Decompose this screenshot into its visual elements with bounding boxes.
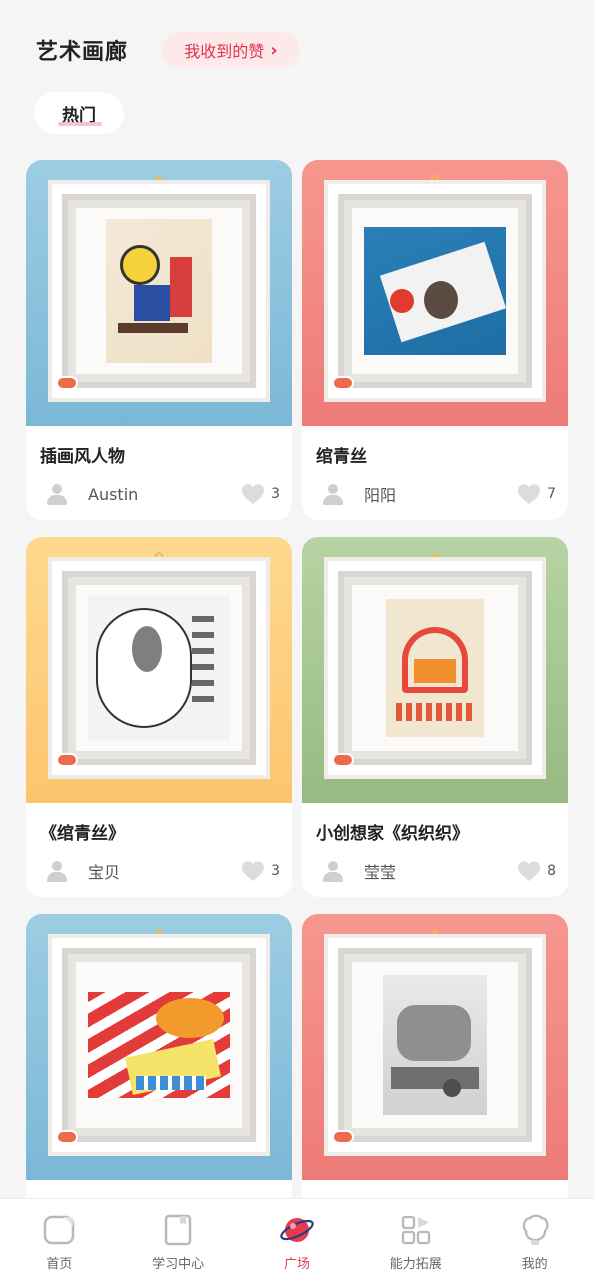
artwork-image-area: ✿ xyxy=(26,537,292,803)
filter-tag-hot[interactable]: 热门 xyxy=(34,92,124,134)
brand-badge-icon xyxy=(332,376,354,390)
artwork-image-area: ✿ xyxy=(302,160,568,426)
heart-icon xyxy=(242,861,265,881)
artwork-title: 小创想家《织织织》 xyxy=(316,824,469,844)
tag-underline xyxy=(58,122,102,126)
planet-icon xyxy=(280,1218,314,1242)
like-count: 3 xyxy=(271,486,280,502)
tab-label: 能力拓展 xyxy=(389,1257,442,1272)
like-button[interactable]: 8 xyxy=(517,860,556,882)
heart-icon xyxy=(518,861,541,881)
bottom-tab-bar: 首页 学习中心 广场 能力拓展 我的 xyxy=(0,1198,594,1280)
tab-profile[interactable]: 我的 xyxy=(480,1213,590,1277)
book-icon xyxy=(164,1214,192,1246)
brand-badge-icon xyxy=(332,1130,354,1144)
brand-badge-icon xyxy=(56,753,78,767)
home-icon xyxy=(44,1215,75,1245)
artwork-card[interactable]: ✿ 绾青丝 阳阳 7 xyxy=(302,160,568,520)
author-name: 莹莹 xyxy=(364,863,397,882)
author-name: 宝贝 xyxy=(88,863,121,882)
like-count: 7 xyxy=(547,486,556,502)
picture-frame xyxy=(48,934,270,1156)
author-name: 阳阳 xyxy=(364,486,397,505)
artwork-painting xyxy=(106,219,212,363)
artwork-image-area: ★ xyxy=(26,160,292,426)
picture-frame xyxy=(324,180,546,402)
like-button[interactable]: 3 xyxy=(241,860,280,882)
picture-frame xyxy=(324,934,546,1156)
avatar xyxy=(322,483,344,505)
artwork-title: 绾青丝 xyxy=(316,447,367,467)
tab-plaza[interactable]: 广场 xyxy=(242,1213,352,1277)
tab-label: 我的 xyxy=(521,1257,548,1272)
artwork-card[interactable]: ✿ 《绾青丝》 宝贝 3 xyxy=(26,537,292,897)
page-header: 艺术画廊 我收到的赞 › 热门 xyxy=(0,0,594,160)
artwork-card[interactable]: ★ 插画风人物 Austin 3 xyxy=(26,160,292,520)
tab-label: 首页 xyxy=(46,1257,73,1272)
tab-home[interactable]: 首页 xyxy=(4,1213,114,1277)
brand-badge-icon xyxy=(332,753,354,767)
artwork-painting xyxy=(364,227,507,355)
profile-icon xyxy=(522,1214,549,1245)
grid-icon xyxy=(401,1215,430,1245)
artwork-painting xyxy=(88,992,230,1098)
artwork-title: 《绾青丝》 xyxy=(40,824,125,844)
artwork-image-area: ♛ xyxy=(302,914,568,1180)
brand-badge-icon xyxy=(56,376,78,390)
likes-received-label: 我收到的赞 xyxy=(184,42,265,61)
artwork-meta: 莹莹 8 xyxy=(322,859,556,883)
tab-learning-center[interactable]: 学习中心 xyxy=(123,1213,233,1277)
tab-label: 学习中心 xyxy=(152,1257,205,1272)
avatar xyxy=(46,483,68,505)
tab-label: 广场 xyxy=(283,1257,310,1272)
picture-frame xyxy=(324,557,546,779)
picture-frame xyxy=(48,557,270,779)
artwork-image-area: ★ xyxy=(302,537,568,803)
artwork-painting xyxy=(383,975,487,1115)
artwork-painting xyxy=(386,599,484,737)
heart-icon xyxy=(242,484,265,504)
artwork-meta: 宝贝 3 xyxy=(46,859,280,883)
like-count: 3 xyxy=(271,863,280,879)
artwork-card[interactable]: ★ 小创想家《织织织》 莹莹 8 xyxy=(302,537,568,897)
avatar xyxy=(322,860,344,882)
tab-ability-expansion[interactable]: 能力拓展 xyxy=(361,1213,471,1277)
artwork-image-area: ♛ xyxy=(26,914,292,1180)
avatar xyxy=(46,860,68,882)
artwork-meta: Austin 3 xyxy=(46,482,280,506)
heart-icon xyxy=(518,484,541,504)
like-button[interactable]: 7 xyxy=(517,483,556,505)
picture-frame xyxy=(48,180,270,402)
artwork-meta: 阳阳 7 xyxy=(322,482,556,506)
artwork-painting xyxy=(88,596,230,740)
author-name: Austin xyxy=(88,484,139,504)
artwork-title: 插画风人物 xyxy=(40,447,125,467)
page-title: 艺术画廊 xyxy=(36,40,129,65)
likes-received-button[interactable]: 我收到的赞 › xyxy=(162,32,300,68)
like-count: 8 xyxy=(547,863,556,879)
brand-badge-icon xyxy=(56,1130,78,1144)
chevron-right-icon: › xyxy=(270,39,278,61)
like-button[interactable]: 3 xyxy=(241,483,280,505)
